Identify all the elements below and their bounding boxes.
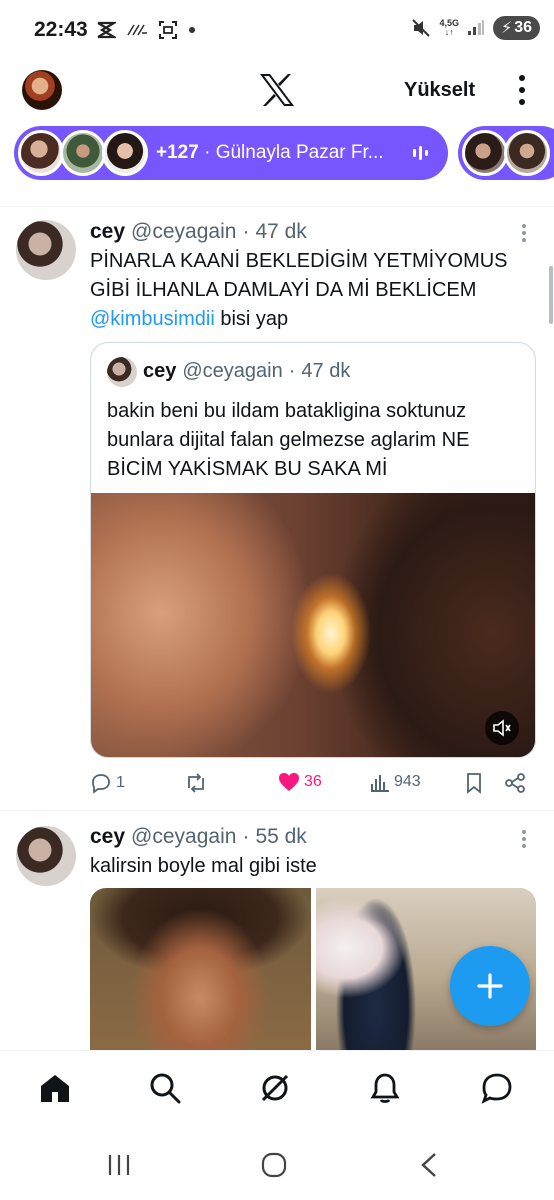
nav-messages[interactable]	[480, 1071, 514, 1105]
back-button[interactable]	[414, 1150, 444, 1180]
plus-icon	[477, 973, 503, 999]
bell-icon	[370, 1073, 400, 1103]
home-icon	[41, 1075, 69, 1102]
bottom-nav	[0, 1050, 554, 1130]
compose-button[interactable]	[450, 946, 530, 1026]
home-circle-icon	[261, 1152, 287, 1178]
system-navigation-bar	[0, 1130, 554, 1200]
nav-search[interactable]	[148, 1071, 182, 1105]
grok-icon	[261, 1074, 289, 1102]
tweet[interactable]: cey @ceyagain · 55 dk kalirsin boyle mal…	[0, 0, 554, 1050]
tweet-header: cey @ceyagain · 55 dk	[90, 825, 307, 849]
home-system-button[interactable]	[259, 1150, 289, 1180]
tweet-author-avatar[interactable]	[16, 826, 76, 886]
tweet-more-icon[interactable]	[521, 830, 527, 848]
author-name[interactable]: cey	[90, 825, 125, 849]
nav-notifications[interactable]	[368, 1071, 402, 1105]
tweet-time[interactable]: 55 dk	[255, 825, 306, 849]
back-icon	[421, 1153, 436, 1177]
author-handle[interactable]: @ceyagain	[131, 825, 236, 849]
nav-home[interactable]	[38, 1071, 72, 1105]
scrollbar[interactable]	[549, 266, 553, 324]
nav-grok[interactable]	[258, 1071, 292, 1105]
chat-icon	[481, 1073, 512, 1104]
tweet-text: kalirsin boyle mal gibi iste	[90, 855, 317, 877]
search-icon	[150, 1073, 181, 1104]
tweet-image[interactable]	[90, 888, 311, 1050]
recent-apps-icon	[108, 1155, 130, 1175]
recent-apps-button[interactable]	[104, 1150, 134, 1180]
